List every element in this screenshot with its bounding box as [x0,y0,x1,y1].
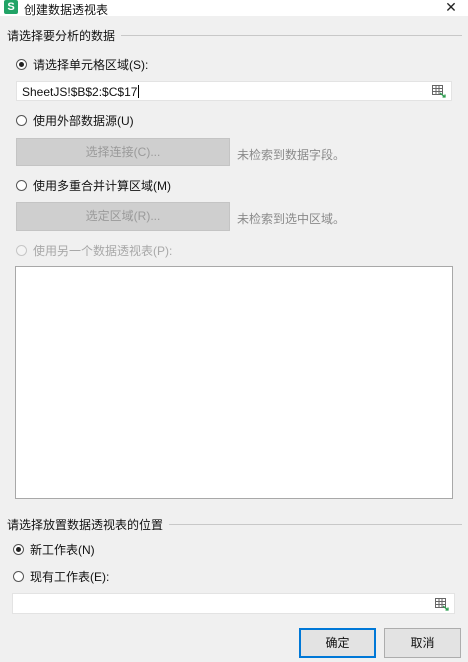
option-select-range-label: 请选择单元格区域(S): [33,58,149,72]
ok-button[interactable]: 确定 [299,628,376,658]
range-select-icon[interactable] [432,85,446,98]
option-other-pivot: 使用另一个数据透视表(P): [16,242,172,259]
option-multiple-ranges[interactable]: 使用多重合并计算区域(M) [16,177,171,194]
radio-new-sheet[interactable] [13,544,24,555]
placement-section-header: 请选择放置数据透视表的位置 [7,516,462,533]
option-select-range[interactable]: 请选择单元格区域(S): [16,56,148,73]
cancel-button[interactable]: 取消 [384,628,461,658]
dialog-title: 创建数据透视表 [24,3,109,17]
option-other-pivot-label: 使用另一个数据透视表(P): [33,244,173,258]
option-multiple-ranges-label: 使用多重合并计算区域(M) [33,179,171,193]
choose-region-button[interactable]: 选定区域(R)... [16,202,230,231]
radio-external-source[interactable] [16,115,27,126]
multi-hint: 未检索到选中区域。 [237,212,346,226]
range-input-value: SheetJS!$B$2:$C$17 [22,85,140,99]
existing-sheet-input[interactable] [12,593,455,614]
pivot-list[interactable] [15,266,453,499]
option-external-source[interactable]: 使用外部数据源(U) [16,112,134,129]
divider [121,35,462,36]
radio-other-pivot [16,245,27,256]
external-hint: 未检索到数据字段。 [237,148,346,162]
spreadsheet-app-icon: S [4,0,18,14]
range-input[interactable]: SheetJS!$B$2:$C$17 [16,81,452,101]
close-icon[interactable]: ✕ [440,0,462,16]
option-new-sheet[interactable]: 新工作表(N) [13,541,95,558]
divider [169,524,462,525]
radio-select-range[interactable] [16,59,27,70]
source-section-header: 请选择要分析的数据 [7,27,462,44]
option-new-sheet-label: 新工作表(N) [30,543,95,557]
source-section-title: 请选择要分析的数据 [7,29,116,43]
option-existing-sheet[interactable]: 现有工作表(E): [13,568,109,585]
radio-existing-sheet[interactable] [13,571,24,582]
choose-connection-button[interactable]: 选择连接(C)... [16,138,230,166]
placement-section-title: 请选择放置数据透视表的位置 [7,518,164,532]
option-existing-sheet-label: 现有工作表(E): [30,570,110,584]
option-external-source-label: 使用外部数据源(U) [33,114,134,128]
range-select-icon[interactable] [435,598,449,611]
radio-multiple-ranges[interactable] [16,180,27,191]
